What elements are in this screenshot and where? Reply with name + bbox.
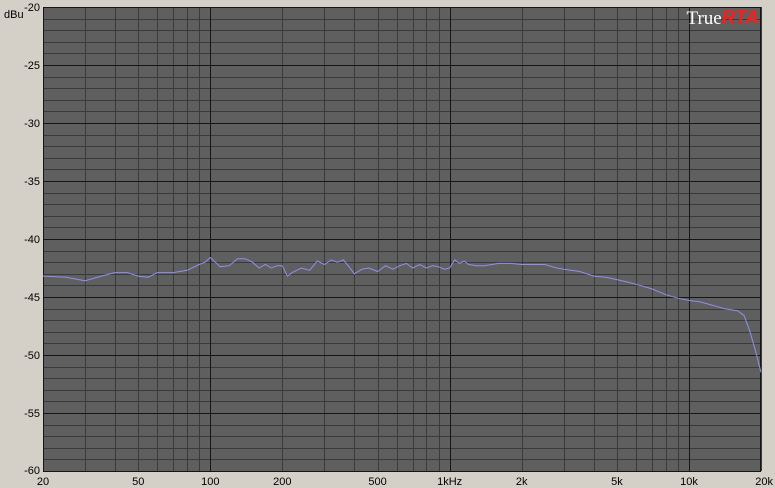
- y-axis-labels: -20-25-30-35-40-45-50-55-60: [24, 2, 40, 477]
- y-tick-label: -40: [24, 234, 40, 246]
- y-tick-label: -55: [24, 408, 40, 420]
- y-tick-label: -30: [24, 118, 40, 130]
- x-tick-label: 20: [37, 476, 49, 488]
- x-tick-label: 500: [368, 476, 386, 488]
- y-axis-unit-label: dBu: [4, 9, 24, 21]
- brand-logo: TrueRTA: [687, 8, 760, 29]
- rta-window: -20 -25 -30 -35 -40 -45 -50 -55 -60 20 50 100 200 50…: [0, 0, 775, 488]
- x-tick-label: 2k: [516, 476, 528, 488]
- y-tick-label: -25: [24, 60, 40, 72]
- x-tick-label: 50: [132, 476, 144, 488]
- x-tick-label: 10k: [680, 476, 698, 488]
- x-tick-label: 200: [273, 476, 291, 488]
- y-tick-label: -50: [24, 350, 40, 362]
- x-tick-label: 5k: [611, 476, 623, 488]
- y-tick-label: -45: [24, 292, 40, 304]
- spectrum-chart: -20-25-30-35-40-45-50-55-60 20 50 100 200 50…: [4, 2, 774, 488]
- x-tick-label: 20k: [755, 476, 773, 488]
- x-axis-labels: 20 50 100 200 500 1kHz 2k 5k 10k 20k: [37, 476, 774, 488]
- x-tick-label: 100: [201, 476, 219, 488]
- brand-logo-suffix: RTA: [722, 8, 759, 29]
- brand-logo-prefix: True: [687, 8, 722, 29]
- y-tick-label: -20: [24, 2, 40, 14]
- x-tick-label: 1kHz: [437, 476, 462, 488]
- y-tick-label: -35: [24, 176, 40, 188]
